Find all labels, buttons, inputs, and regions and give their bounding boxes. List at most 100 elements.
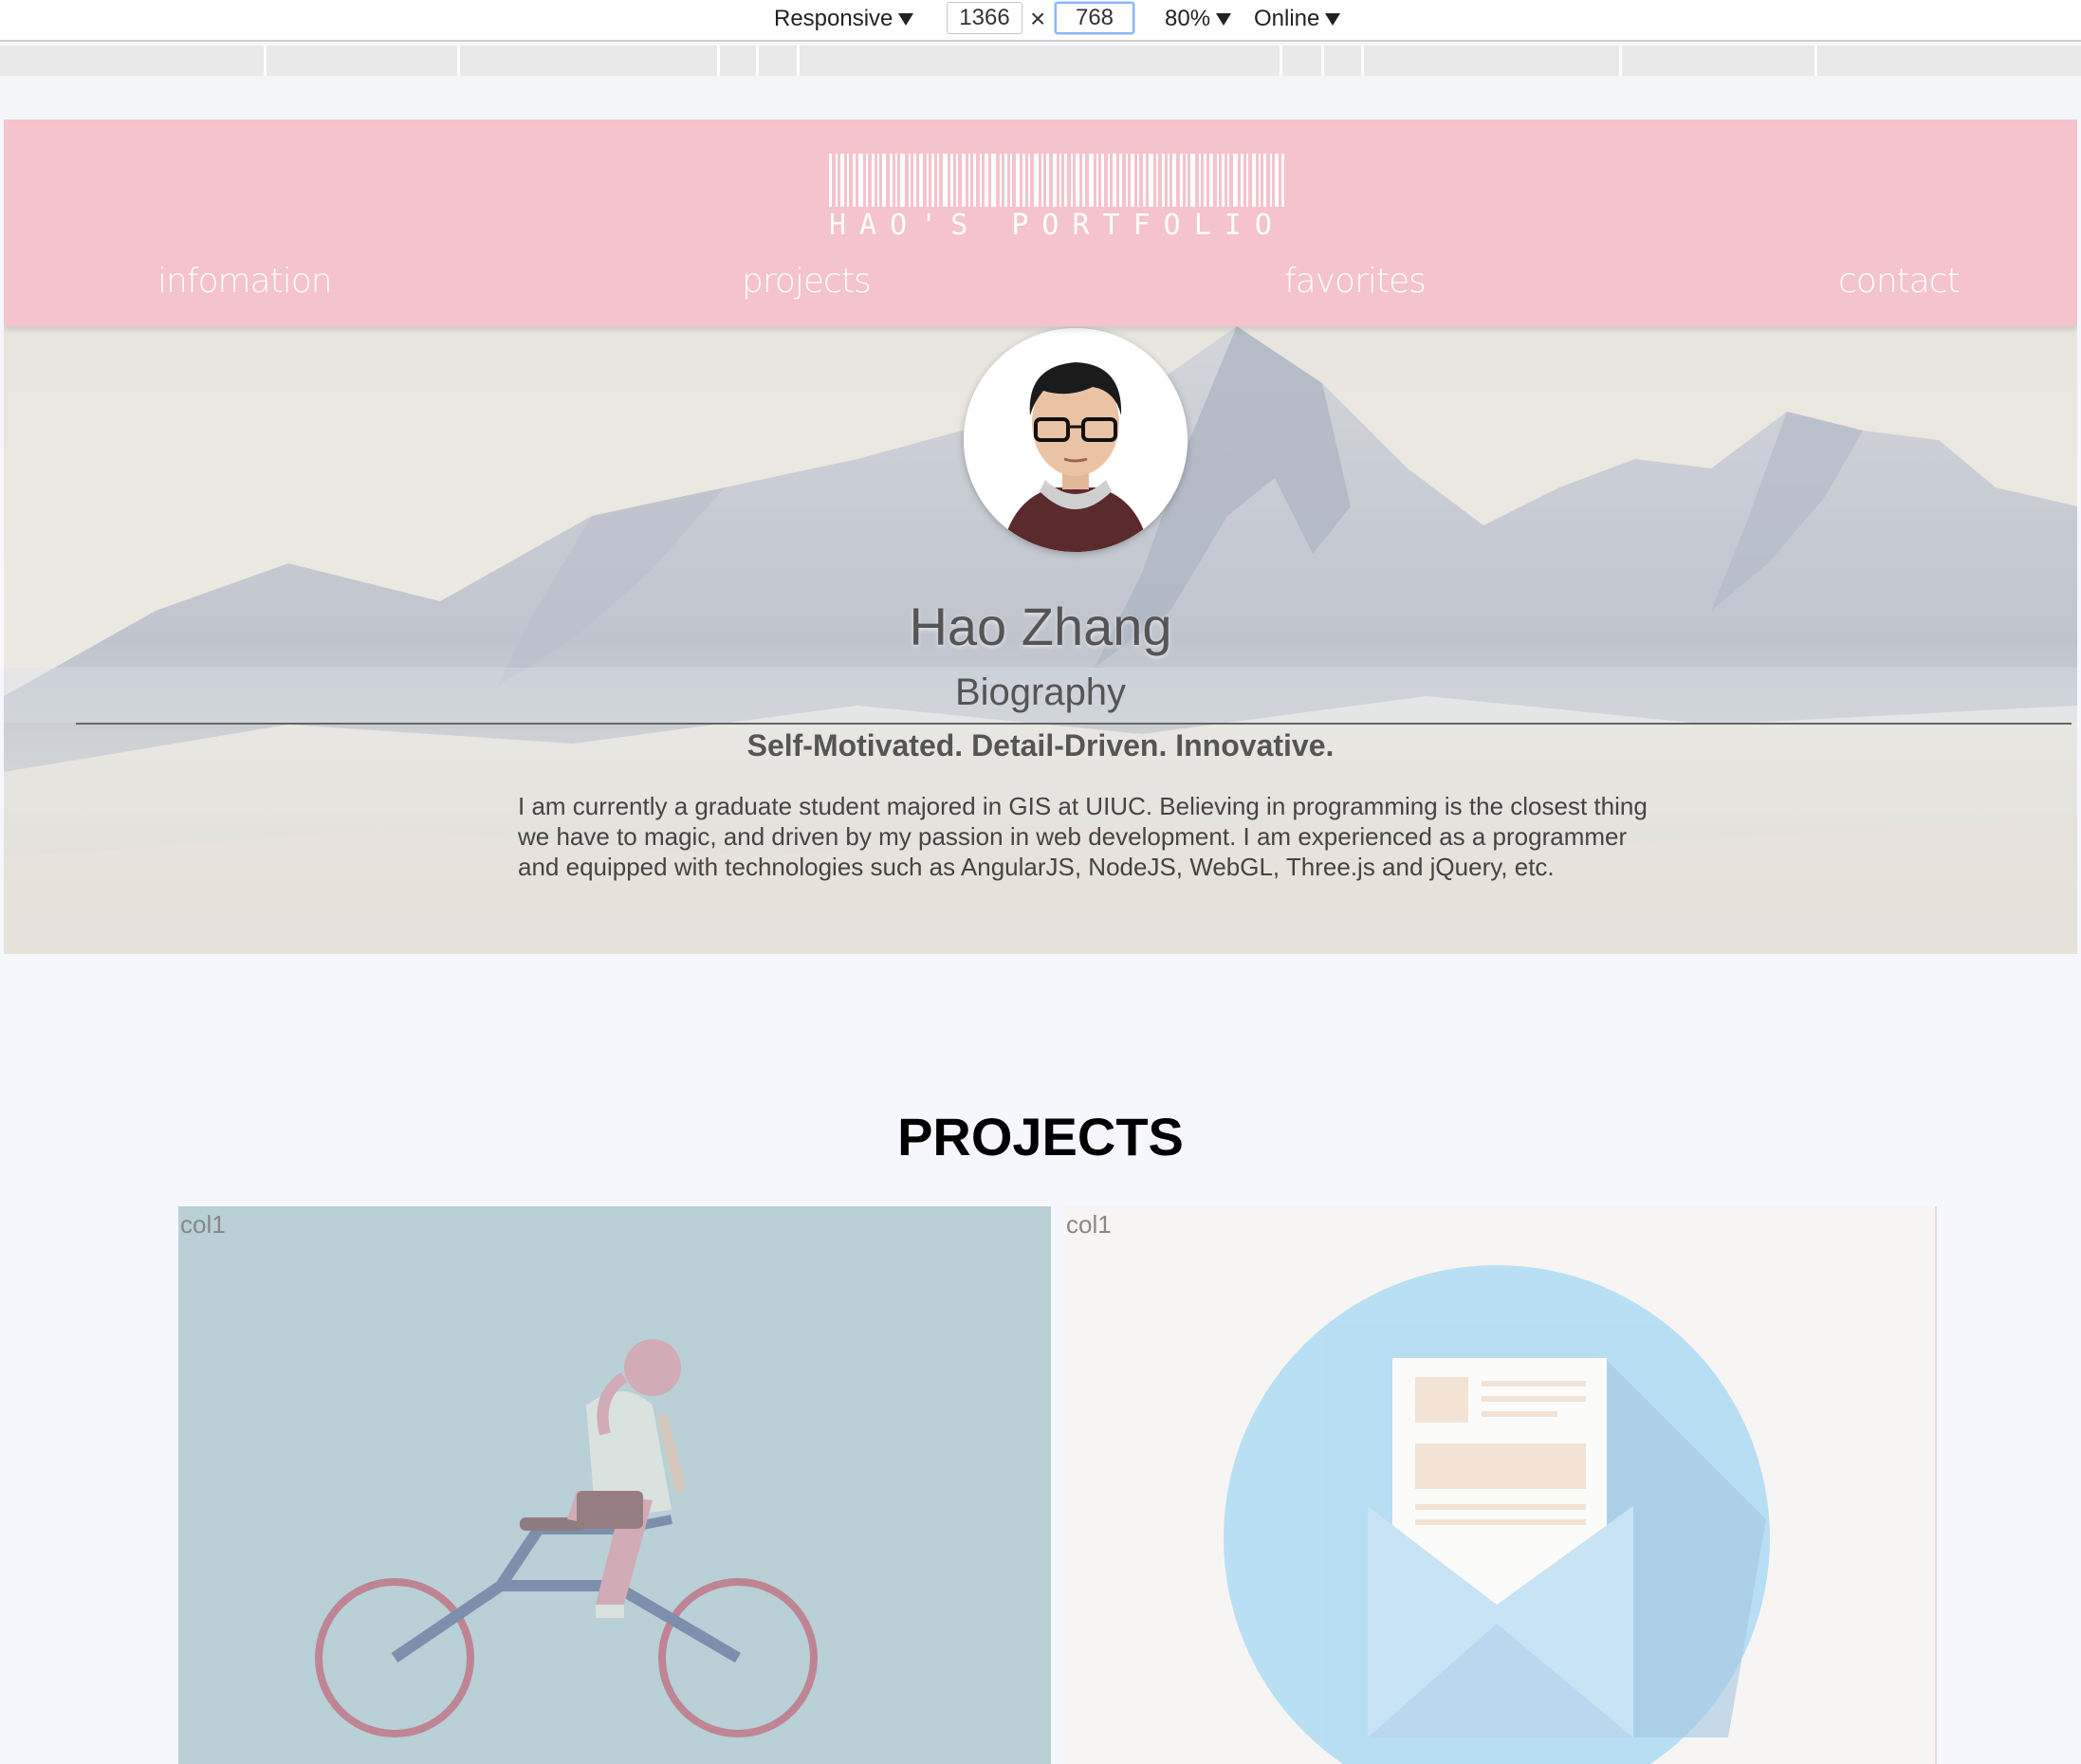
barcode-stripe xyxy=(991,154,996,207)
barcode-stripe xyxy=(890,154,893,207)
barcode-stripe xyxy=(1131,154,1134,207)
biography-heading: Biography xyxy=(954,671,1127,713)
viewport-height-input[interactable]: 768 xyxy=(1055,2,1134,34)
barcode-stripe xyxy=(1168,154,1169,207)
barcode-stripe xyxy=(1119,154,1122,207)
barcode-stripe xyxy=(956,154,958,207)
barcode-stripe xyxy=(900,154,905,207)
network-throttle-dropdown[interactable]: Online xyxy=(1254,0,1341,38)
barcode-stripe xyxy=(1162,154,1165,207)
dimension-separator: × xyxy=(1030,4,1046,33)
cyclist-illustration-icon xyxy=(315,1339,818,1737)
barcode-stripe xyxy=(1186,154,1188,207)
barcode-stripe xyxy=(1096,154,1098,207)
barcode-stripe xyxy=(937,154,939,207)
barcode-stripe xyxy=(1041,154,1043,207)
barcode-stripe xyxy=(1071,154,1073,207)
media-query-ruler[interactable] xyxy=(0,46,2081,76)
card-label: col1 xyxy=(1066,1210,1112,1239)
barcode-stripe xyxy=(1089,154,1094,207)
barcode-stripe xyxy=(1108,154,1110,207)
barcode-stripe xyxy=(1217,154,1219,207)
project-card-mail[interactable]: col1 xyxy=(1064,1206,1937,1764)
barcode-stripe xyxy=(931,154,934,207)
devtools-toolbar: Responsive 1366 × 768 80% Online xyxy=(0,0,2081,42)
barcode-stripe xyxy=(1113,154,1116,207)
barcode-stripe xyxy=(872,154,875,207)
barcode-stripe xyxy=(877,154,879,207)
barcode-stripe xyxy=(927,154,929,207)
project-card-cyclist[interactable]: col1 xyxy=(178,1206,1051,1764)
ruler-divider xyxy=(1280,46,1282,76)
barcode-stripe xyxy=(1034,154,1039,207)
barcode-stripe xyxy=(962,154,966,207)
barcode-stripe xyxy=(1059,154,1061,207)
barcode-stripe xyxy=(1064,154,1067,207)
barcode-stripe xyxy=(919,154,923,207)
barcode-stripe xyxy=(1000,154,1002,207)
chevron-down-icon xyxy=(1216,12,1232,26)
barcode-stripe xyxy=(840,154,844,207)
barcode-stripe xyxy=(1022,154,1025,207)
nav-link-favorites[interactable]: favorites xyxy=(1284,262,1427,301)
biography-text: I am currently a graduate student majore… xyxy=(518,792,1648,881)
chevron-down-icon xyxy=(1325,12,1341,26)
ruler-divider xyxy=(1361,46,1364,76)
ruler-divider xyxy=(756,46,759,76)
viewport-gutter xyxy=(0,76,2081,119)
ruler-divider xyxy=(1814,46,1817,76)
barcode-stripe xyxy=(1275,154,1279,207)
site-header: HAO'S PORTFOLIO infomation projects favo… xyxy=(4,119,2077,326)
zoom-dropdown[interactable]: 80% xyxy=(1165,0,1232,38)
barcode-stripe xyxy=(1270,154,1272,207)
nav-link-information[interactable]: infomation xyxy=(157,262,333,301)
network-label: Online xyxy=(1254,6,1320,31)
ruler-divider xyxy=(797,46,800,76)
profile-photo xyxy=(964,328,1188,552)
chevron-down-icon xyxy=(898,12,914,26)
biography-divider xyxy=(76,723,2072,725)
barcode-stripe xyxy=(1233,154,1238,207)
nav-link-contact[interactable]: contact xyxy=(1838,262,1961,301)
barcode-stripe xyxy=(1172,154,1176,207)
barcode-stripe xyxy=(1252,154,1256,207)
barcode-stripe xyxy=(866,154,868,207)
profile-avatar xyxy=(964,328,1188,552)
barcode-stripe xyxy=(1143,154,1146,207)
barcode-stripe xyxy=(829,154,832,207)
site-logo[interactable]: HAO'S PORTFOLIO xyxy=(829,154,1284,248)
barcode-stripe xyxy=(1004,154,1007,207)
device-mode-label: Responsive xyxy=(774,6,893,31)
barcode-stripe xyxy=(1016,154,1020,207)
barcode-stripe xyxy=(1180,154,1183,207)
barcode-stripe xyxy=(980,154,982,207)
barcode-stripe xyxy=(1156,154,1158,207)
barcode-stripe xyxy=(1046,154,1049,207)
barcode-stripe xyxy=(1204,154,1206,207)
barcode-stripe xyxy=(950,154,953,207)
profile-name: Hao Zhang xyxy=(909,597,1172,656)
barcode-stripe xyxy=(968,154,970,207)
hero-section: Hao Zhang Biography Self-Motivated. Deta… xyxy=(4,326,2077,954)
barcode-stripe xyxy=(1222,154,1225,207)
envelope-illustration-icon xyxy=(1224,1265,1770,1764)
barcode-stripe xyxy=(1227,154,1229,207)
barcode-stripe xyxy=(1190,154,1195,207)
nav-link-projects[interactable]: projects xyxy=(742,262,872,301)
barcode-stripe xyxy=(1082,154,1085,207)
card-label: col1 xyxy=(180,1210,226,1239)
barcode-stripe xyxy=(1263,154,1266,207)
barcode-stripe xyxy=(882,154,886,207)
barcode-stripe xyxy=(985,154,988,207)
barcode-stripe xyxy=(909,154,911,207)
barcode-logo-icon xyxy=(829,154,1284,207)
barcode-stripe xyxy=(1199,154,1201,207)
device-mode-dropdown[interactable]: Responsive xyxy=(774,0,914,38)
barcode-stripe xyxy=(858,154,863,207)
viewport-width-input[interactable]: 1366 xyxy=(947,2,1022,34)
barcode-stripe xyxy=(943,154,948,207)
projects-heading: PROJECTS xyxy=(897,1107,1184,1167)
barcode-stripe xyxy=(1209,154,1213,207)
barcode-stripe xyxy=(1246,154,1248,207)
emulated-page: HAO'S PORTFOLIO infomation projects favo… xyxy=(4,119,2077,1764)
